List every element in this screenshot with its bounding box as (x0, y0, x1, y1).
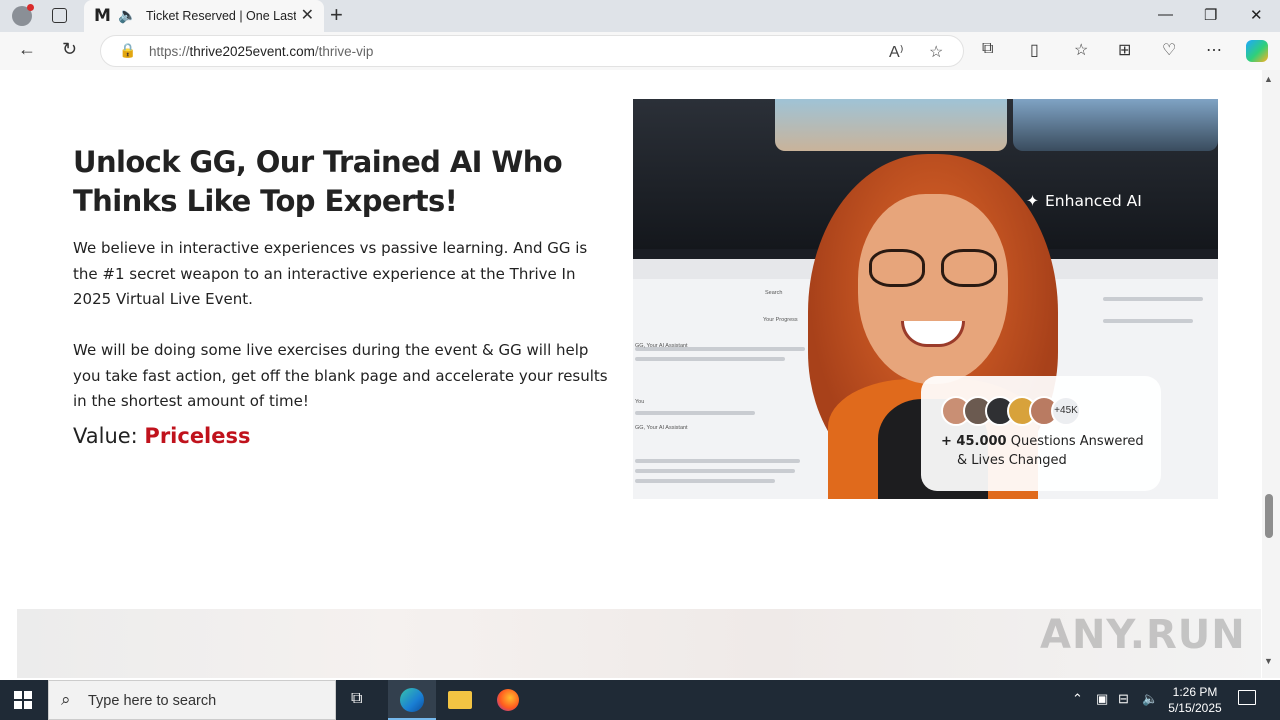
tab-close-icon[interactable]: ✕ (301, 5, 314, 25)
lock-icon[interactable]: 🔒 (119, 42, 136, 59)
search-placeholder: Type here to search (88, 693, 217, 709)
extensions-icon[interactable]: ⧉ (982, 40, 993, 58)
hero-beach-photo (775, 99, 1007, 151)
taskbar-search-box[interactable]: ⌕ Type here to search (48, 680, 336, 720)
screen-label: GG, Your AI Assistant (635, 425, 688, 431)
volume-icon[interactable]: 🔈 (1142, 691, 1158, 707)
screen-label: Your Progress (763, 317, 798, 323)
browser-tab[interactable]: M 🔈 Ticket Reserved | One Last St ✕ (84, 0, 324, 32)
task-view-icon[interactable]: ⧉ (336, 680, 384, 720)
tray-device-icon[interactable]: ▣ (1096, 691, 1108, 707)
screen-label: Search (765, 290, 783, 296)
notification-icon[interactable] (1238, 690, 1256, 705)
value-priceless: Priceless (144, 424, 251, 448)
avatar-count-badge: +45K (1051, 396, 1081, 426)
windows-taskbar: ⌕ Type here to search ⧉ ⌃ ▣ ⊟ 🔈 1:26 PM … (0, 680, 1280, 720)
scrollbar-thumb[interactable] (1265, 494, 1273, 538)
refresh-icon[interactable]: ↻ (62, 39, 77, 60)
scroll-down-icon[interactable]: ▼ (1264, 656, 1273, 666)
gmail-favicon-icon: M (94, 6, 111, 26)
ai-avatar-glasses (865, 249, 1001, 289)
clock-date: 5/15/2025 (1168, 701, 1222, 715)
url-text[interactable]: https://thrive2025event.com/thrive-vip (149, 44, 373, 59)
split-screen-icon[interactable]: ▯ (1030, 40, 1039, 60)
audio-playing-icon[interactable]: 🔈 (118, 6, 137, 24)
restore-icon[interactable]: ❐ (1204, 6, 1217, 24)
clock-time: 1:26 PM (1172, 685, 1218, 699)
address-bar[interactable]: 🔒 https://thrive2025event.com/thrive-vip… (100, 35, 964, 67)
tab-title: Ticket Reserved | One Last St (146, 9, 296, 23)
copilot-icon[interactable] (1246, 40, 1268, 62)
intro-paragraph: We believe in interactive experiences vs… (73, 239, 588, 308)
system-clock[interactable]: 1:26 PM 5/15/2025 (1160, 684, 1230, 716)
search-icon: ⌕ (61, 690, 71, 709)
edge-browser-icon[interactable] (388, 680, 436, 720)
scroll-up-icon[interactable]: ▲ (1264, 74, 1273, 84)
file-explorer-icon[interactable] (436, 680, 484, 720)
back-icon[interactable]: ← (18, 39, 36, 60)
value-line: Value: Priceless (73, 424, 251, 448)
favorite-star-icon[interactable]: ☆ (929, 42, 943, 62)
page-scrollbar[interactable] (1262, 70, 1280, 678)
firefox-icon[interactable] (484, 680, 532, 720)
more-menu-icon[interactable]: ⋯ (1206, 40, 1222, 60)
browser-toolbar: ← ↻ 🔒 https://thrive2025event.com/thrive… (0, 32, 1280, 70)
screen-label: You (635, 399, 645, 405)
browser-title-bar: M 🔈 Ticket Reserved | One Last St ✕ + — … (0, 0, 1280, 32)
stats-text: + 45.000 Questions Answered & Lives Chan… (941, 434, 1144, 468)
tray-expand-icon[interactable]: ⌃ (1072, 691, 1083, 707)
minimize-icon[interactable]: — (1158, 6, 1173, 23)
screen-label: GG, Your AI Assistant (635, 343, 688, 349)
sparkle-icon: ✦ (1026, 192, 1039, 210)
network-icon[interactable]: ⊟ (1118, 691, 1129, 707)
new-tab-icon[interactable]: + (330, 2, 343, 28)
collections-icon[interactable]: ⊞ (1118, 40, 1131, 60)
profile-avatar-icon[interactable] (12, 4, 34, 26)
anyrun-watermark: ANY.RUN (1040, 612, 1246, 658)
hero-stage-photo (1013, 99, 1218, 151)
tab-actions-icon[interactable] (52, 8, 67, 23)
stats-card: +45K + 45.000 Questions Answered & Lives… (921, 376, 1161, 491)
window-close-icon[interactable]: ✕ (1250, 6, 1263, 24)
browser-essentials-icon[interactable]: ♡ (1162, 40, 1176, 60)
section-headline: Unlock GG, Our Trained AI Who Thinks Lik… (73, 145, 563, 218)
page-viewport: Unlock GG, Our Trained AI Who Thinks Lik… (0, 70, 1262, 678)
ai-avatar-face (858, 194, 1008, 384)
read-aloud-icon[interactable]: A⁾ (889, 42, 904, 62)
windows-start-icon[interactable] (14, 691, 32, 709)
enhanced-ai-badge: ✦ Enhanced AI (1026, 192, 1142, 210)
exercise-paragraph: We will be doing some live exercises dur… (73, 341, 608, 410)
favorites-icon[interactable]: ☆ (1074, 40, 1088, 60)
value-label: Value: (73, 424, 145, 448)
ai-assistant-hero-image: GG, Your AI Assistant You GG, Your AI As… (633, 99, 1218, 499)
